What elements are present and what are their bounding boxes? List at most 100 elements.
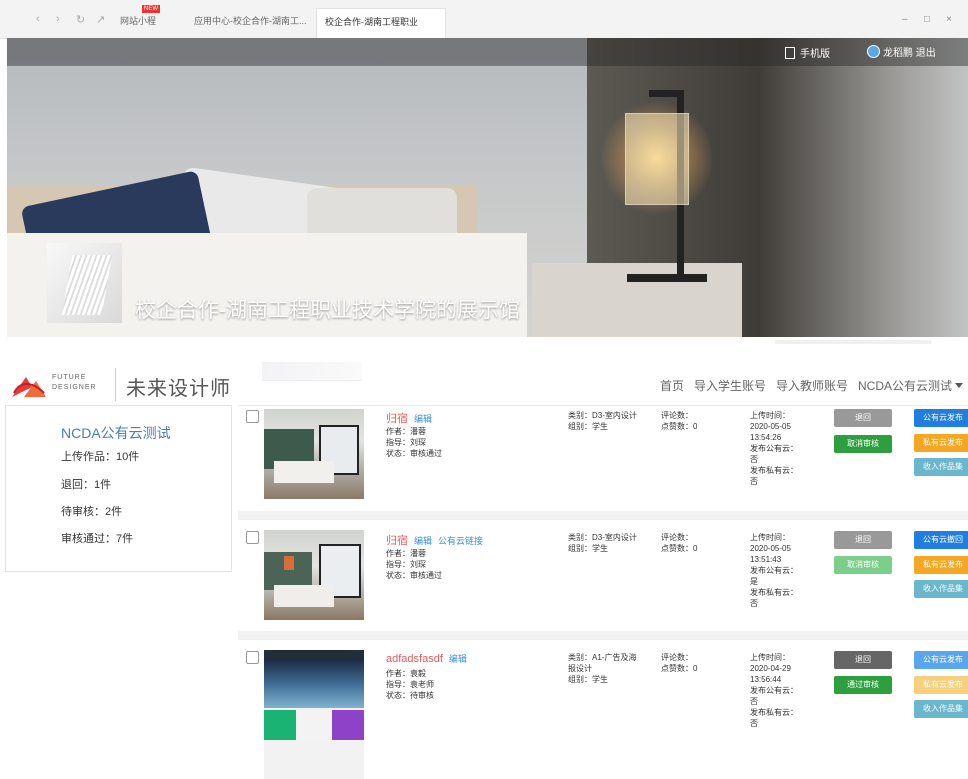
mobile-version-link[interactable]: 手机版 [785, 45, 830, 60]
upload-time: 13:51:43 [750, 555, 782, 564]
work-category: 类别：D3-室内设计 [568, 411, 637, 420]
publish-private-button[interactable]: 私有云发布 [914, 434, 968, 452]
select-checkbox[interactable] [246, 651, 259, 664]
phone-icon [785, 47, 795, 59]
select-checkbox[interactable] [246, 410, 259, 423]
return-button[interactable]: 退回 [834, 651, 892, 669]
public-cloud-value: 否 [750, 455, 758, 464]
work-author: 作者：袁毅 [386, 669, 426, 678]
work-title[interactable]: 归宿 [386, 413, 408, 425]
add-to-portfolio-button[interactable]: 收入作品集 [914, 580, 968, 598]
future-designer-logo-icon [12, 377, 46, 397]
work-thumbnail[interactable] [264, 409, 364, 499]
upload-date: 2020-05-05 [750, 422, 791, 431]
browser-tab-bar: ‹ › ↻ ↗ 网站小程 NEW 应用中心-校企合作-湖南工...× 校企合作-… [0, 0, 968, 53]
work-thumbnail[interactable] [264, 530, 364, 620]
work-status: 状态：审核通过 [386, 571, 442, 580]
public-cloud-value: 是 [750, 577, 758, 586]
like-count: 点赞数：0 [661, 422, 698, 431]
return-button[interactable]: 退回 [834, 531, 892, 549]
new-badge: NEW [142, 5, 160, 13]
nav-ncda-dropdown[interactable]: NCDA公有云测试 [858, 377, 964, 394]
upload-date: 2020-04-29 [750, 664, 791, 673]
work-advisor: 指导：刘琛 [386, 438, 426, 447]
work-group: 组别：学生 [568, 675, 608, 684]
work-title[interactable]: 归宿 [386, 535, 408, 547]
work-card: adfadsfasdf 编辑 作者：袁毅 指导：袁老师 状态：待审核 类别：A1-… [238, 639, 968, 779]
gallery-title: 校企合作-湖南工程职业技术学院的展示馆 [135, 299, 520, 322]
stat-returned[interactable]: 退回：1件 [61, 476, 111, 492]
gallery-logo [47, 243, 122, 323]
cancel-review-button[interactable]: 取消审核 [834, 556, 892, 574]
public-cloud-value: 否 [750, 697, 758, 706]
nav-home[interactable]: 首页 [660, 377, 684, 394]
stat-approved[interactable]: 审核通过：7件 [61, 530, 133, 546]
refresh-icon[interactable]: ↻ [76, 13, 85, 26]
edit-link[interactable]: 编辑 [449, 654, 467, 664]
stat-uploaded[interactable]: 上传作品：10件 [61, 448, 139, 464]
return-button[interactable]: 退回 [834, 409, 892, 427]
work-status: 状态：待审核 [386, 691, 434, 700]
tab-current[interactable]: 校企合作-湖南工程职业技...× [316, 8, 446, 53]
work-group: 组别：学生 [568, 544, 608, 553]
approve-button[interactable]: 通过审核 [834, 676, 892, 694]
logo-english: FUTURE DESIGNER [52, 374, 97, 391]
work-category: 类别：A1-广告及海报设计 [568, 653, 637, 673]
tab-app-center[interactable]: 应用中心-校企合作-湖南工...× [186, 8, 330, 38]
work-advisor: 指导：袁老师 [386, 680, 434, 689]
cancel-review-button[interactable]: 取消审核 [834, 435, 892, 453]
private-cloud-value: 否 [750, 599, 758, 608]
forward-icon[interactable]: › [56, 13, 60, 25]
sidebar-title: NCDA公有云测试 [61, 425, 171, 441]
private-cloud-value: 否 [750, 719, 758, 728]
select-checkbox[interactable] [246, 531, 259, 544]
logout-link[interactable]: 退出 [916, 48, 936, 59]
logo-divider [115, 368, 116, 401]
work-author: 作者：潘蓉 [386, 549, 426, 558]
work-card: 归宿 编辑 作者：潘蓉 指导：刘琛 状态：审核通过 类别：D3-室内设计 组别：学生… [238, 405, 968, 511]
chevron-down-icon [955, 383, 964, 388]
hero-banner: 手机版 龙稻鹏 退出 校企合作-湖南工程职业技术学院的展示馆 [7, 38, 968, 337]
work-advisor: 指导：刘琛 [386, 560, 426, 569]
add-to-portfolio-button[interactable]: 收入作品集 [914, 700, 968, 718]
work-group: 组别：学生 [568, 422, 608, 431]
upload-time: 13:56:44 [750, 675, 782, 684]
publish-private-button[interactable]: 私有云发布 [914, 676, 968, 694]
edit-link[interactable]: 编辑 [414, 536, 432, 546]
faded-banner-ad [262, 362, 362, 381]
pin-icon[interactable]: ↗ [96, 13, 105, 26]
avatar [867, 45, 880, 58]
add-to-portfolio-button[interactable]: 收入作品集 [914, 458, 968, 476]
stat-pending[interactable]: 待审核：2件 [61, 503, 122, 519]
user-menu[interactable]: 龙稻鹏 退出 [867, 44, 936, 59]
logo-chinese: 未来设计师 [126, 378, 231, 400]
nav-import-students[interactable]: 导入学生账号 [694, 377, 766, 394]
tab-label: 应用中心-校企合作-湖南工... [194, 16, 307, 26]
publish-public-button[interactable]: 公有云发布 [914, 409, 968, 427]
work-category: 类别：D3-室内设计 [568, 533, 637, 542]
work-card: 归宿 编辑 公有云链接 作者：潘蓉 指导：刘琛 状态：审核通过 类别：D3-室内设计… [238, 519, 968, 632]
withdraw-public-button[interactable]: 公有云撤回 [914, 531, 968, 549]
work-thumbnail[interactable] [264, 650, 364, 779]
back-icon[interactable]: ‹ [36, 13, 40, 25]
private-cloud-value: 否 [750, 477, 758, 486]
comment-count: 评论数： [661, 533, 693, 542]
comment-count: 评论数： [661, 411, 693, 420]
maximize-icon[interactable]: □ [924, 14, 930, 25]
public-cloud-link[interactable]: 公有云链接 [438, 536, 483, 546]
upload-date: 2020-05-05 [750, 544, 791, 553]
user-name[interactable]: 龙稻鹏 [883, 48, 913, 59]
minimize-icon[interactable]: – [902, 14, 908, 25]
like-count: 点赞数：0 [661, 664, 698, 673]
work-title[interactable]: adfadsfasdf [386, 653, 443, 665]
upload-time: 13:54:26 [750, 433, 782, 442]
publish-public-button[interactable]: 公有云发布 [914, 651, 968, 669]
edit-link[interactable]: 编辑 [414, 414, 432, 424]
nav-import-teachers[interactable]: 导入教师账号 [776, 377, 848, 394]
close-window-icon[interactable]: × [946, 14, 952, 25]
work-status: 状态：审核通过 [386, 449, 442, 458]
stats-sidebar: NCDA公有云测试 上传作品：10件 退回：1件 待审核：2件 审核通过：7件 [5, 405, 232, 572]
like-count: 点赞数：0 [661, 544, 698, 553]
tab-label: 网站小程 [120, 16, 157, 26]
publish-private-button[interactable]: 私有云发布 [914, 556, 968, 574]
